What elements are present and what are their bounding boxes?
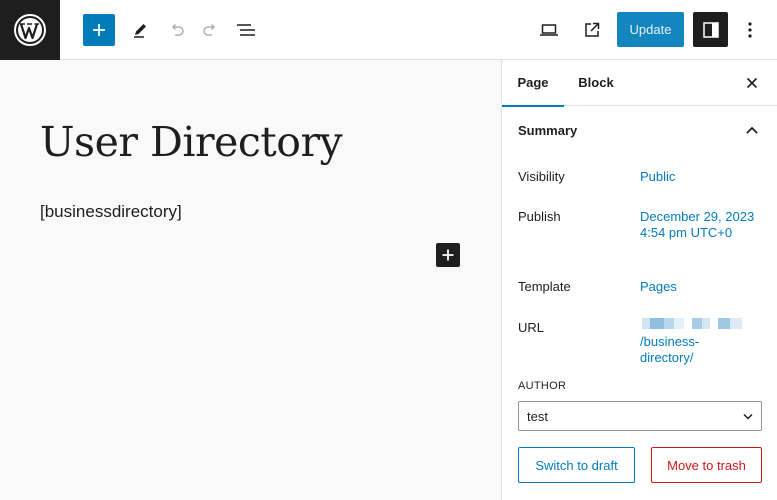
author-select[interactable]: test bbox=[518, 401, 762, 431]
options-button[interactable] bbox=[734, 14, 766, 46]
move-to-trash-button[interactable]: Move to trash bbox=[651, 447, 762, 483]
publish-label: Publish bbox=[518, 209, 561, 224]
chevron-down-icon bbox=[741, 409, 755, 423]
tab-block[interactable]: Block bbox=[568, 60, 624, 106]
view-page-button[interactable] bbox=[576, 14, 608, 46]
summary-panel-header[interactable]: Summary bbox=[502, 106, 777, 154]
shortcode-block[interactable]: [businessdirectory] bbox=[40, 202, 182, 222]
post-title[interactable]: User Directory bbox=[40, 118, 343, 166]
more-vertical-icon bbox=[748, 22, 752, 38]
update-button[interactable]: Update bbox=[617, 12, 684, 47]
close-icon bbox=[746, 77, 758, 89]
visibility-value[interactable]: Public bbox=[640, 169, 760, 185]
sidebar-tabs: Page Block bbox=[502, 60, 777, 107]
settings-sidebar: Page Block Summary Visibility Public Pub… bbox=[501, 60, 777, 500]
editor-canvas: User Directory [businessdirectory] bbox=[0, 60, 501, 500]
redo-button[interactable] bbox=[195, 14, 227, 46]
plus-icon bbox=[442, 249, 454, 261]
url-domain-redacted bbox=[642, 318, 754, 329]
redo-icon bbox=[203, 23, 216, 36]
sidebar-toggle-icon bbox=[702, 21, 719, 38]
undo-icon bbox=[171, 23, 184, 36]
plus-icon bbox=[93, 24, 105, 36]
desktop-preview-icon bbox=[540, 24, 558, 36]
author-value: test bbox=[527, 409, 548, 424]
preview-button[interactable] bbox=[533, 14, 565, 46]
switch-to-draft-button[interactable]: Switch to draft bbox=[518, 447, 635, 483]
wordpress-logo-icon[interactable] bbox=[0, 0, 60, 60]
pencil-icon bbox=[134, 24, 146, 38]
block-inserter-button[interactable] bbox=[83, 14, 115, 46]
template-value[interactable]: Pages bbox=[640, 279, 760, 295]
external-link-icon bbox=[585, 22, 600, 37]
undo-button[interactable] bbox=[160, 14, 192, 46]
list-view-icon bbox=[237, 24, 255, 36]
settings-toggle-button[interactable] bbox=[693, 12, 728, 47]
close-sidebar-button[interactable] bbox=[740, 71, 764, 95]
visibility-label: Visibility bbox=[518, 169, 565, 184]
author-label: AUTHOR bbox=[518, 380, 567, 392]
chevron-up-icon[interactable] bbox=[740, 118, 764, 142]
editor-toolbar: Update bbox=[0, 0, 777, 60]
url-value[interactable]: /business-directory/ bbox=[640, 334, 730, 366]
add-block-button[interactable] bbox=[436, 243, 460, 267]
template-label: Template bbox=[518, 279, 571, 294]
tools-button[interactable] bbox=[124, 14, 156, 46]
publish-value[interactable]: December 29, 2023 4:54 pm UTC+0 bbox=[640, 209, 760, 241]
summary-title: Summary bbox=[518, 123, 578, 138]
url-label: URL bbox=[518, 320, 545, 335]
tab-page[interactable]: Page bbox=[502, 60, 564, 107]
list-view-button[interactable] bbox=[230, 14, 262, 46]
